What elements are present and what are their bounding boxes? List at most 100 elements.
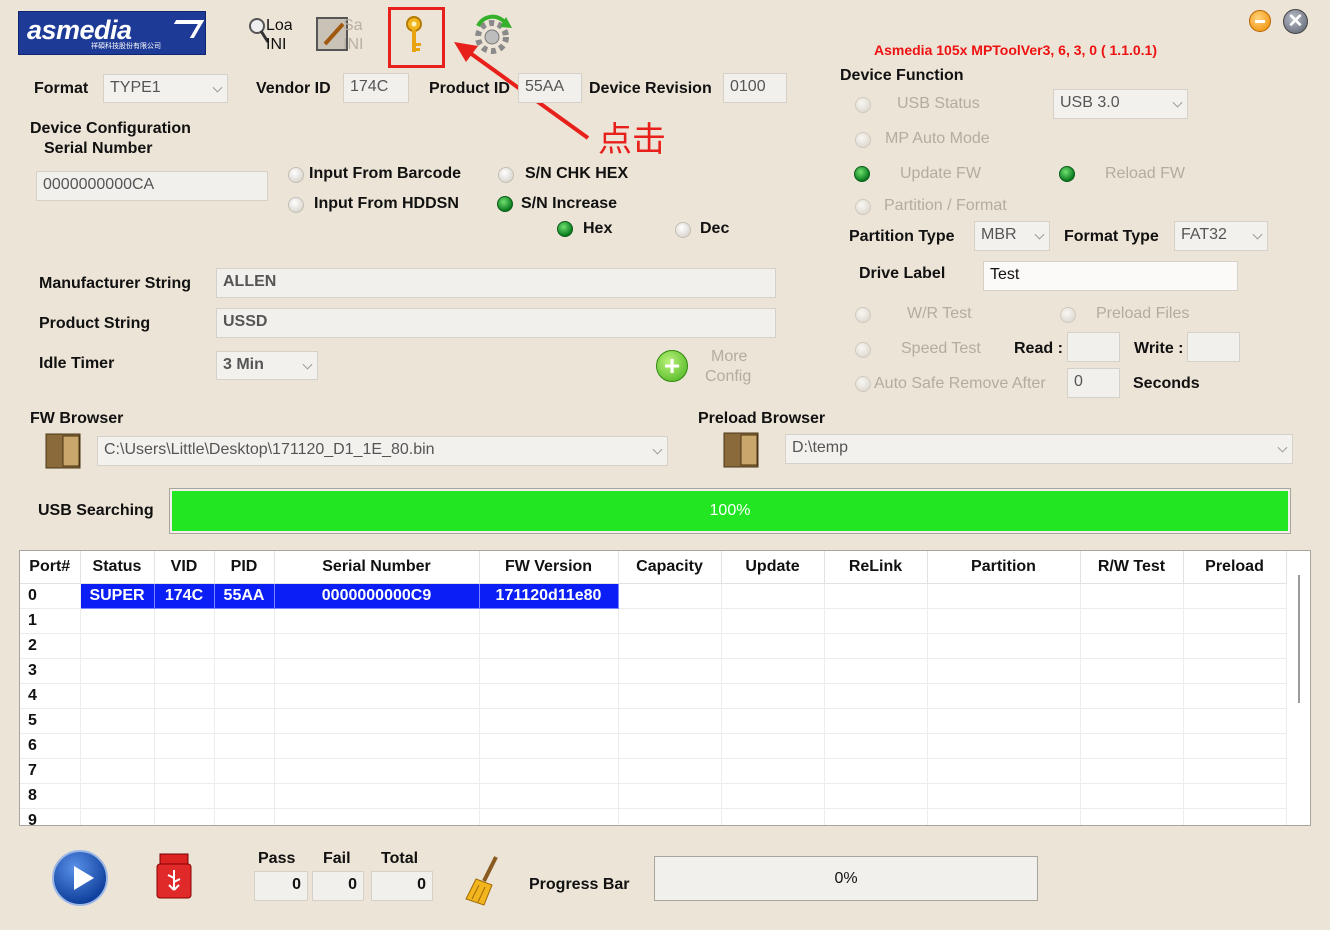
partition-format-radio[interactable]: [855, 199, 871, 215]
minimize-button[interactable]: [1249, 10, 1271, 32]
vendor-id-field[interactable]: 174C: [343, 73, 409, 103]
column-header[interactable]: VID: [154, 551, 215, 584]
table-row[interactable]: 0 SUPER 174C 55AA 0000000000C9 171120d11e80: [20, 582, 1287, 609]
usb-mode-select[interactable]: USB 3.0: [1053, 89, 1188, 119]
usb-mode-value: USB 3.0: [1060, 94, 1120, 111]
table-cell: [1080, 658, 1184, 684]
table-cell: [214, 733, 275, 759]
table-cell: [618, 783, 722, 809]
table-cell: [824, 583, 928, 609]
table-cell: [80, 808, 155, 825]
input-barcode-radio[interactable]: [288, 167, 304, 183]
save-ini-label: Save INI: [343, 17, 363, 53]
table-row[interactable]: 6: [20, 733, 1287, 759]
column-header[interactable]: ReLink: [824, 551, 928, 584]
table-cell: [721, 608, 825, 634]
input-hddsn-radio[interactable]: [288, 197, 304, 213]
update-fw-radio[interactable]: [854, 166, 870, 182]
speed-test-label: Speed Test: [901, 340, 981, 357]
auto-safe-remove-radio[interactable]: [855, 376, 871, 392]
more-config-line1: More: [711, 348, 748, 365]
table-cell: [721, 758, 825, 784]
column-header[interactable]: PID: [214, 551, 275, 584]
table-row[interactable]: 1: [20, 608, 1287, 634]
close-button[interactable]: ✕: [1283, 9, 1308, 34]
table-scrollbar[interactable]: [1298, 575, 1300, 703]
partition-type-value: MBR: [981, 226, 1017, 243]
format-select[interactable]: TYPE1: [103, 74, 228, 103]
column-header[interactable]: Partition: [927, 551, 1081, 584]
fail-label: Fail: [323, 850, 351, 867]
table-cell: [479, 808, 619, 825]
product-string-label: Product String: [39, 315, 151, 332]
key-icon[interactable]: [403, 16, 427, 56]
save-ini-button[interactable]: Save INI: [315, 16, 363, 56]
column-header[interactable]: Port#: [20, 551, 81, 584]
more-config-button[interactable]: + More Config: [656, 348, 766, 390]
sn-chk-hex-radio[interactable]: [498, 167, 514, 183]
table-cell: [721, 683, 825, 709]
idle-timer-select[interactable]: 3 Min: [216, 351, 318, 380]
usb-searching-text: 100%: [709, 502, 751, 519]
device-revision-label: Device Revision: [589, 80, 712, 97]
table-row[interactable]: 4: [20, 683, 1287, 709]
manufacturer-string-field[interactable]: ALLEN: [216, 268, 776, 298]
sn-increase-radio[interactable]: [497, 196, 513, 212]
column-header[interactable]: Status: [80, 551, 155, 584]
device-function-label: Device Function: [840, 67, 964, 84]
speed-test-radio[interactable]: [855, 342, 871, 358]
column-header[interactable]: Serial Number: [274, 551, 480, 584]
column-header[interactable]: R/W Test: [1080, 551, 1184, 584]
column-header[interactable]: Preload: [1183, 551, 1287, 584]
read-label: Read :: [1014, 340, 1063, 357]
table-row[interactable]: 2: [20, 633, 1287, 659]
auto-safe-remove-field[interactable]: 0: [1067, 368, 1120, 398]
table-cell: [927, 808, 1081, 825]
table-row[interactable]: 3: [20, 658, 1287, 684]
column-header[interactable]: FW Version: [479, 551, 619, 584]
hex-radio[interactable]: [557, 221, 573, 237]
fw-browse-button[interactable]: [43, 431, 85, 471]
table-cell: [479, 683, 619, 709]
format-value: TYPE1: [110, 79, 161, 96]
table-cell: [927, 633, 1081, 659]
start-button[interactable]: [52, 850, 108, 906]
wr-test-radio[interactable]: [855, 307, 871, 323]
preload-browse-button[interactable]: [721, 430, 763, 470]
mp-auto-mode-radio[interactable]: [855, 132, 871, 148]
usb-searching-progress: 100%: [169, 488, 1291, 534]
dec-radio[interactable]: [675, 222, 691, 238]
preload-path-select[interactable]: D:\temp: [785, 434, 1293, 464]
table-cell: 174C: [153, 582, 215, 609]
table-cell: [214, 658, 275, 684]
manufacturer-string-label: Manufacturer String: [39, 275, 192, 292]
usb-status-radio[interactable]: [855, 97, 871, 113]
table-row[interactable]: 7: [20, 758, 1287, 784]
column-header[interactable]: Capacity: [618, 551, 722, 584]
table-row[interactable]: 9: [20, 808, 1287, 825]
preload-files-radio[interactable]: [1060, 307, 1076, 323]
format-type-select[interactable]: FAT32: [1174, 221, 1268, 251]
usb-stick-button[interactable]: [156, 852, 194, 900]
table-row[interactable]: 8: [20, 783, 1287, 809]
table-row[interactable]: 5: [20, 708, 1287, 734]
reload-fw-label: Reload FW: [1105, 165, 1186, 182]
serial-number-field[interactable]: 0000000000CA: [36, 171, 268, 201]
progress-bar: 0%: [654, 856, 1038, 901]
product-string-field[interactable]: USSD: [216, 308, 776, 338]
product-id-field[interactable]: 55AA: [518, 73, 582, 103]
reload-fw-radio[interactable]: [1059, 166, 1075, 182]
load-ini-button[interactable]: Load INI: [248, 16, 292, 56]
drive-label-field[interactable]: Test: [983, 261, 1238, 291]
column-header[interactable]: Update: [721, 551, 825, 584]
total-count: 0: [371, 871, 433, 901]
device-revision-field[interactable]: 0100: [723, 73, 787, 103]
input-hddsn-label: Input From HDDSN: [314, 195, 459, 212]
table-cell: [274, 633, 480, 659]
table-cell: [927, 758, 1081, 784]
logo-slash-mark: [165, 20, 205, 38]
clear-button[interactable]: [462, 855, 502, 907]
table-cell: [721, 633, 825, 659]
partition-type-select[interactable]: MBR: [974, 221, 1050, 251]
fw-path-select[interactable]: C:\Users\Little\Desktop\171120_D1_1E_80.…: [97, 436, 668, 466]
